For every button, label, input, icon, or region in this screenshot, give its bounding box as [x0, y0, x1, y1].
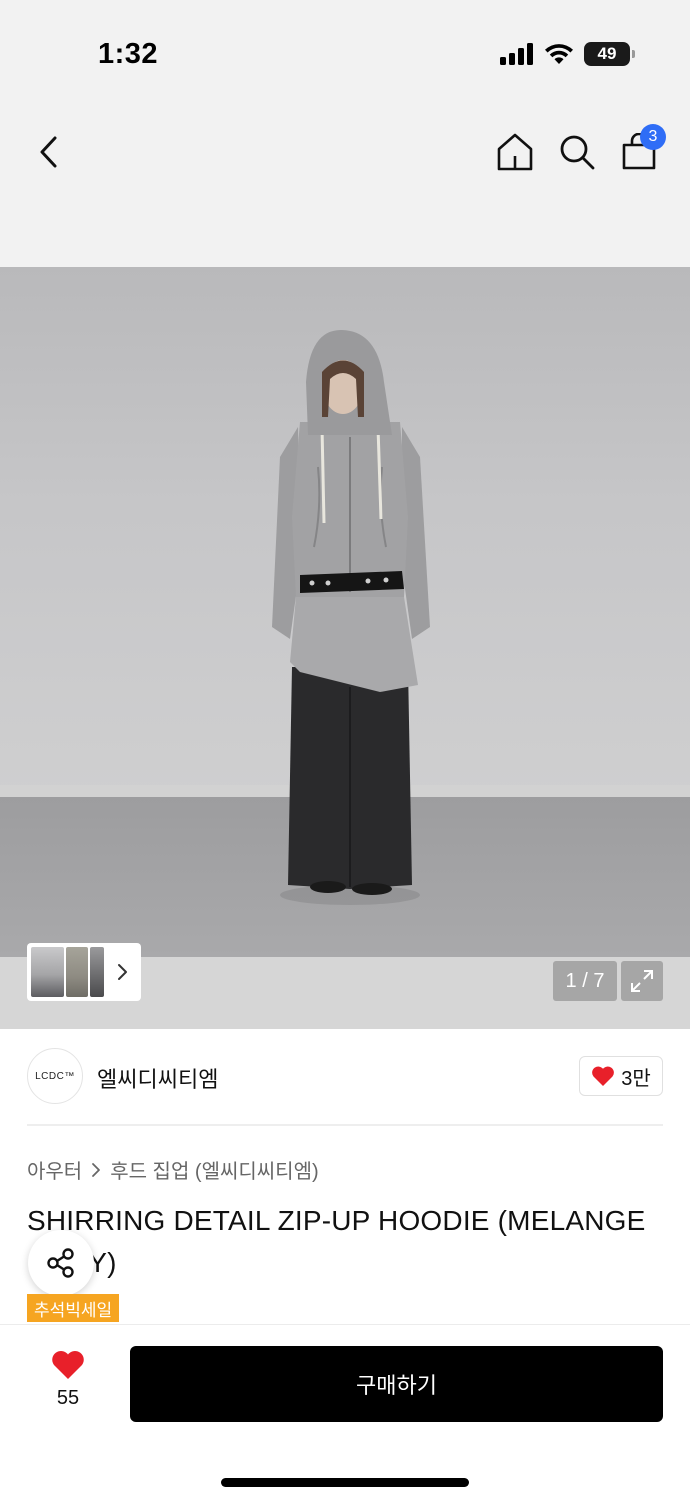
heart-icon — [592, 1066, 615, 1086]
fullscreen-button[interactable] — [621, 961, 663, 1001]
wishlist-button[interactable]: 55 — [40, 1349, 96, 1419]
thumbnail-3[interactable] — [90, 947, 104, 997]
brand-like-count: 3만 — [621, 1067, 651, 1090]
home-icon — [497, 133, 533, 171]
breadcrumb-category[interactable]: 아우터 — [27, 1155, 82, 1184]
battery-level: 49 — [597, 44, 617, 63]
heart-icon — [52, 1351, 84, 1379]
status-icons: 49 — [500, 42, 635, 66]
cart-button[interactable]: 3 — [618, 124, 666, 174]
thumbnail-2[interactable] — [66, 947, 88, 997]
product-title: SHIRRING DETAIL ZIP-UP HOODIE (MELANGE G… — [27, 1205, 646, 1278]
breadcrumb-subcategory[interactable]: 후드 집업 (엘씨디씨티엠) — [110, 1155, 318, 1184]
chevron-left-icon — [40, 136, 57, 168]
home-indicator — [221, 1478, 469, 1487]
brand-like-button[interactable]: 3만 — [579, 1056, 663, 1096]
expand-icon — [631, 970, 653, 992]
home-button[interactable] — [494, 130, 536, 174]
thumbnail-1[interactable] — [31, 947, 64, 997]
cart-count-badge: 3 — [640, 124, 666, 150]
bottom-action-bar: 55 구매하기 — [0, 1324, 690, 1500]
share-icon — [47, 1248, 74, 1278]
product-model-photo — [272, 329, 430, 905]
search-icon — [560, 135, 595, 170]
signal-icon — [500, 43, 533, 65]
chevron-right-icon — [92, 1162, 101, 1177]
wishlist-count: 55 — [56, 1387, 80, 1409]
product-image-gallery[interactable]: 1 / 7 — [0, 267, 690, 1029]
section-divider — [27, 1124, 663, 1126]
status-time: 1:32 — [98, 38, 159, 70]
chevron-right-icon — [118, 964, 127, 980]
back-button[interactable] — [28, 130, 68, 174]
image-page-counter: 1 / 7 — [553, 961, 617, 1001]
sale-badge: 추석빅세일 — [27, 1294, 120, 1322]
wifi-icon — [545, 44, 573, 64]
status-bar: 1:32 49 — [0, 0, 690, 100]
share-button[interactable] — [28, 1230, 94, 1296]
brand-logo-text: LCDC™ — [35, 1070, 75, 1082]
brand-name-link[interactable]: 엘씨디씨티엠 — [97, 1062, 218, 1094]
battery-icon: 49 — [584, 42, 635, 66]
search-button[interactable] — [556, 130, 598, 174]
breadcrumb: 아우터 후드 집업 (엘씨디씨티엠) — [27, 1155, 319, 1184]
thumbnail-strip-button[interactable] — [27, 943, 141, 1001]
buy-button[interactable]: 구매하기 — [130, 1346, 663, 1422]
brand-logo[interactable]: LCDC™ — [27, 1048, 83, 1104]
brand-row: LCDC™ 엘씨디씨티엠 3만 — [27, 1048, 663, 1106]
top-nav: 3 — [0, 100, 690, 267]
